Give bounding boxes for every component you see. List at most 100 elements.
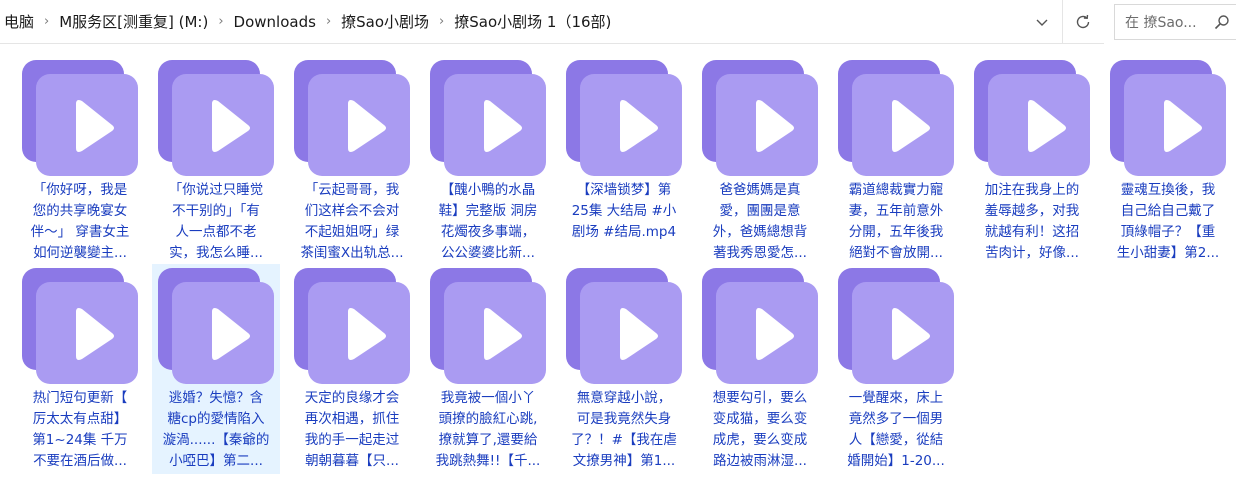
- file-name-line: 加注在我身上的: [984, 182, 1080, 198]
- file-name-line: 逃婚？失憶？含: [168, 390, 264, 406]
- file-name-line: 我跳熱舞!!【千...: [435, 453, 541, 469]
- breadcrumb-item[interactable]: Downloads: [230, 13, 320, 31]
- file-name-line: 热门短句更新【: [32, 390, 128, 406]
- file-name-line: 们这样会不会对: [304, 203, 400, 219]
- file-item[interactable]: 加注在我身上的 羞辱越多，对我 就越有利！这招 苦肉计，好像...: [968, 56, 1096, 266]
- file-name-line: 撩就算了,還要給: [438, 432, 538, 448]
- video-file-icon: [974, 60, 1090, 176]
- file-name: 逃婚？失憶？含 糖cp的愛情陷入 漩渦......【秦爺的 小啞巴】第二...: [152, 388, 280, 472]
- file-name-line: 【醜小鴨的水晶: [440, 182, 536, 198]
- file-item[interactable]: 天定的良缘才会 再次相遇，抓住 我的手一起走过 朝朝暮暮【只...: [288, 264, 416, 474]
- file-item[interactable]: 一覺醒來，床上 竟然多了一個男 人【戀愛，從結 婚開始】1-20...: [832, 264, 960, 474]
- file-name-line: 無意穿越小說，: [576, 390, 672, 406]
- video-file-icon: [1110, 60, 1226, 176]
- file-name-line: 公公婆婆比新...: [441, 245, 535, 261]
- file-item[interactable]: 热门短句更新【 厉太太有点甜】 第1~24集 千万 不要在酒后做...: [16, 264, 144, 474]
- file-name-line: 著我秀恩愛怎...: [713, 245, 807, 261]
- file-name-line: 25集 大结局 #小: [571, 203, 677, 219]
- breadcrumb: 电脑 › M服务区[测重复] (M:) › Downloads › 撩Sao小剧场 › 撩Sao…: [0, 0, 1104, 43]
- file-item[interactable]: 想要勾引，要么 变成猫，要么变 成虎，要么变成 路边被雨淋湿...: [696, 264, 824, 474]
- video-file-icon: [702, 60, 818, 176]
- file-name-line: 分開，五年後我: [848, 224, 944, 240]
- file-name-line: 糖cp的愛情陷入: [167, 411, 265, 427]
- breadcrumb-separator-icon[interactable]: ›: [212, 14, 229, 29]
- file-name: 靈魂互換後，我 自己給自己戴了 頂綠帽子？【重 生小甜妻】第2...: [1104, 180, 1232, 264]
- video-file-icon: [22, 60, 138, 176]
- file-name: 「你说过只睡觉 不干别的」「有 人一点都不老 实，我怎么睡...: [152, 180, 280, 264]
- file-name-line: 再次相遇，抓住: [304, 411, 400, 427]
- file-item[interactable]: 「云起哥哥，我 们这样会不会对 不起姐姐呀」绿 茶闺蜜X出轨总...: [288, 56, 416, 266]
- file-grid: 「你好呀，我是 您的共享晚宴女 伴～」 穿書女主 如何逆襲變主... 「你说过只睡觉 不干…: [18, 56, 1236, 482]
- file-name-line: 不干别的」「有: [172, 203, 260, 219]
- file-name-line: 「云起哥哥，我: [304, 182, 400, 198]
- file-name: 【醜小鴨的水晶 鞋】完整版 洞房 花燭夜多事端， 公公婆婆比新...: [424, 180, 552, 264]
- file-name-line: 「你说过只睡觉: [168, 182, 264, 198]
- file-name-line: 爸爸媽媽是真: [719, 182, 801, 198]
- video-file-icon: [158, 268, 274, 384]
- chevron-down-icon: [1036, 19, 1048, 26]
- file-name-line: 实，我怎么睡...: [169, 245, 263, 261]
- file-name-line: 自己給自己戴了: [1120, 203, 1216, 219]
- file-name-line: 漩渦......【秦爺的: [162, 432, 270, 448]
- file-name: 「云起哥哥，我 们这样会不会对 不起姐姐呀」绿 茶闺蜜X出轨总...: [288, 180, 416, 264]
- file-item[interactable]: 【醜小鴨的水晶 鞋】完整版 洞房 花燭夜多事端， 公公婆婆比新...: [424, 56, 552, 266]
- file-name-line: 一覺醒來，床上: [848, 390, 944, 406]
- video-file-icon: [430, 268, 546, 384]
- file-name-line: 花燭夜多事端，: [440, 224, 536, 240]
- breadcrumb-separator-icon[interactable]: ›: [38, 14, 55, 29]
- file-item[interactable]: 無意穿越小說， 可是我竟然失身 了？！#【我在虐 文撩男神】第1...: [560, 264, 688, 474]
- file-name-line: 【深墙锁梦】第: [576, 182, 672, 198]
- file-item[interactable]: 爸爸媽媽是真 愛，團團是意 外，爸媽總想背 著我秀恩愛怎...: [696, 56, 824, 266]
- file-name-line: 就越有利！这招: [984, 224, 1080, 240]
- breadcrumb-item[interactable]: 撩Sao小剧场 1（16部): [450, 11, 615, 32]
- file-name-line: 外，爸媽總想背: [712, 224, 808, 240]
- file-name-line: 成虎，要么变成: [712, 432, 808, 448]
- breadcrumb-separator-icon[interactable]: ›: [320, 14, 337, 29]
- file-name-line: 鞋】完整版 洞房: [438, 203, 538, 219]
- file-name-line: 生小甜妻】第2...: [1116, 245, 1220, 261]
- video-file-icon: [838, 268, 954, 384]
- file-item[interactable]: 霸道總裁實力寵 妻，五年前意外 分開，五年後我 絕對不會放開...: [832, 56, 960, 266]
- file-name: 加注在我身上的 羞辱越多，对我 就越有利！这招 苦肉计，好像...: [968, 180, 1096, 264]
- file-name: 爸爸媽媽是真 愛，團團是意 外，爸媽總想背 著我秀恩愛怎...: [696, 180, 824, 264]
- search-icon: [1214, 15, 1229, 30]
- file-item[interactable]: 逃婚？失憶？含 糖cp的愛情陷入 漩渦......【秦爺的 小啞巴】第二...: [152, 264, 280, 474]
- file-item[interactable]: 「你说过只睡觉 不干别的」「有 人一点都不老 实，我怎么睡...: [152, 56, 280, 266]
- search-input[interactable]: 在 撩Sao...: [1114, 4, 1236, 40]
- breadcrumb-item[interactable]: 撩Sao小剧场: [337, 11, 433, 32]
- video-file-icon: [566, 268, 682, 384]
- file-name-line: 苦肉计，好像...: [985, 245, 1079, 261]
- file-name-line: 竟然多了一個男: [848, 411, 944, 427]
- search-placeholder: 在 撩Sao...: [1125, 15, 1197, 31]
- file-name: 「你好呀，我是 您的共享晚宴女 伴～」 穿書女主 如何逆襲變主...: [16, 180, 144, 264]
- file-name-line: 人【戀愛，從結: [848, 432, 944, 448]
- file-name-line: 天定的良缘才会: [304, 390, 400, 406]
- file-name: 霸道總裁實力寵 妻，五年前意外 分開，五年後我 絕對不會放開...: [832, 180, 960, 264]
- address-history-dropdown[interactable]: [1026, 6, 1058, 38]
- file-item[interactable]: 【深墙锁梦】第 25集 大结局 #小 剧场 #结局.mp4: [560, 56, 688, 266]
- breadcrumb-separator-icon[interactable]: ›: [433, 14, 450, 29]
- file-item[interactable]: 靈魂互換後，我 自己給自己戴了 頂綠帽子？【重 生小甜妻】第2...: [1104, 56, 1232, 266]
- breadcrumb-item[interactable]: 电脑: [0, 11, 38, 32]
- file-name-line: 想要勾引，要么: [712, 390, 808, 406]
- refresh-icon: [1076, 14, 1090, 28]
- file-name-line: 頂綠帽子？【重: [1120, 224, 1216, 240]
- file-name-line: 伴～」 穿書女主: [30, 224, 130, 240]
- video-file-icon: [702, 268, 818, 384]
- file-name-line: 愛，團團是意: [719, 203, 801, 219]
- file-item[interactable]: 「你好呀，我是 您的共享晚宴女 伴～」 穿書女主 如何逆襲變主...: [16, 56, 144, 266]
- file-name-line: 第1~24集 千万: [32, 432, 128, 448]
- address-bar[interactable]: 电脑 › M服务区[测重复] (M:) › Downloads › 撩Sao小剧场 › 撩Sao…: [0, 0, 1104, 44]
- file-name: 想要勾引，要么 变成猫，要么变 成虎，要么变成 路边被雨淋湿...: [696, 388, 824, 472]
- file-name-line: 厉太太有点甜】: [32, 411, 128, 427]
- refresh-button[interactable]: [1062, 0, 1103, 43]
- file-item[interactable]: 我竟被一個小丫 頭撩的臉紅心跳, 撩就算了,還要給 我跳熱舞!!【千...: [424, 264, 552, 474]
- file-name: 【深墙锁梦】第 25集 大结局 #小 剧场 #结局.mp4: [560, 180, 688, 243]
- breadcrumb-item[interactable]: M服务区[测重复] (M:): [55, 11, 212, 32]
- file-name-line: 靈魂互換後，我: [1120, 182, 1216, 198]
- file-name: 热门短句更新【 厉太太有点甜】 第1~24集 千万 不要在酒后做...: [16, 388, 144, 472]
- file-name-line: 霸道總裁實力寵: [848, 182, 944, 198]
- file-name-line: 您的共享晚宴女: [32, 203, 128, 219]
- file-name-line: 朝朝暮暮【只...: [305, 453, 399, 469]
- file-name: 天定的良缘才会 再次相遇，抓住 我的手一起走过 朝朝暮暮【只...: [288, 388, 416, 472]
